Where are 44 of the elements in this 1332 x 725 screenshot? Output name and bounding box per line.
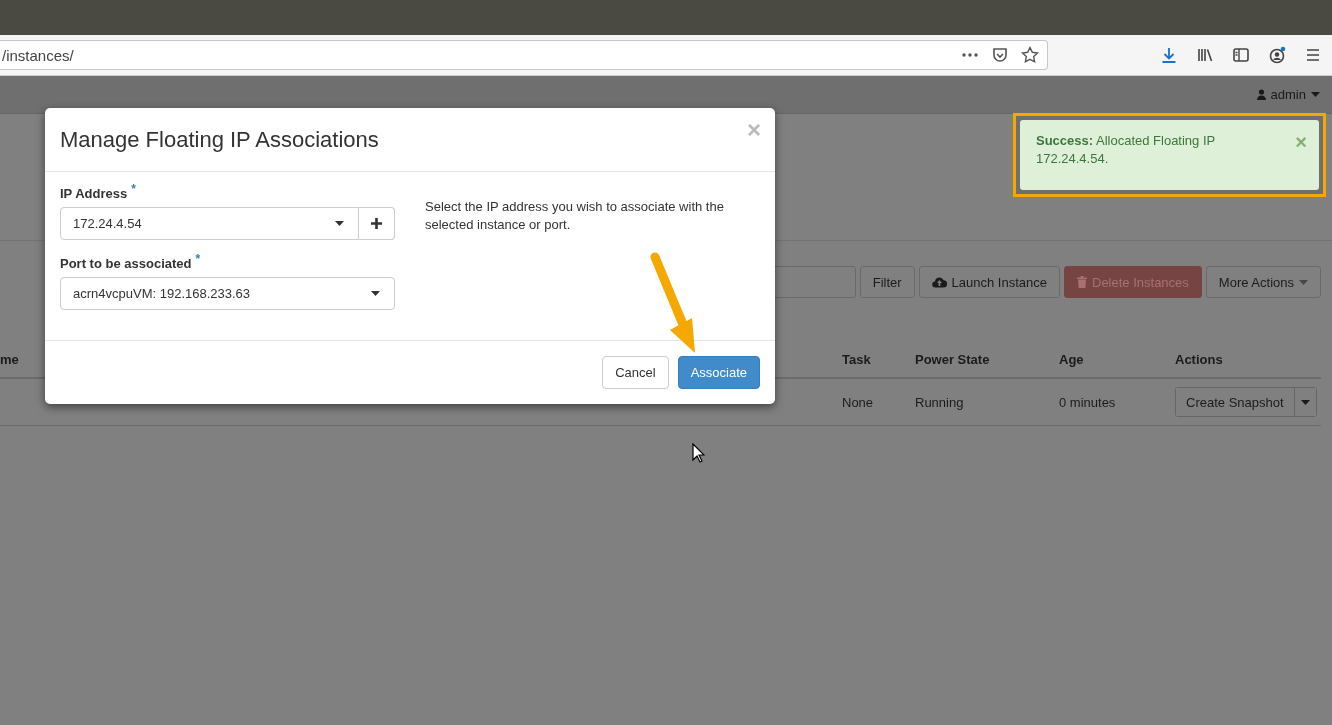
field-label: Port to be associated [60,256,192,271]
more-actions-button[interactable]: More Actions [1205,266,1321,298]
help-text: Select the IP address you wish to associate with the selected instance or port. [425,198,725,234]
caret-icon [371,291,380,296]
caret-icon [1311,92,1320,97]
column-header: Age [1059,351,1084,367]
caret-icon [1299,279,1308,285]
pocket-icon[interactable] [991,46,1009,64]
launch-button[interactable]: Launch Instance [918,266,1060,298]
modal-title: Manage Floating IP Associations [60,126,379,153]
filter-button[interactable]: Filter [859,266,915,298]
select-field[interactable]: 172.24.4.54 [60,207,359,240]
sidebar-icon[interactable] [1232,46,1250,64]
user-name: admin [1270,87,1306,102]
column-header: Power State [915,351,990,367]
associate-button[interactable]: Associate [677,356,760,389]
table-cell: None [842,394,874,410]
select-field[interactable]: acrn4vcpuVM: 192.168.233.63 [60,277,395,310]
row-actions-dropdown[interactable] [1293,388,1316,416]
toast-message: Success: Allocated Floating IP 172.24.4.54. [1036,132,1216,168]
cloud-upload-icon [931,276,947,288]
column-header: Task [842,351,871,367]
download-icon[interactable] [1160,46,1178,64]
url-field[interactable]: /instances/ [0,40,1048,70]
user-menu[interactable]: admin [1256,87,1320,102]
field-label: IP Address [60,186,128,201]
table-cell: Running [915,394,964,410]
required-mark: * [195,252,201,267]
star-icon[interactable] [1021,46,1039,64]
add-button[interactable] [359,207,395,240]
account-icon[interactable] [1268,46,1286,64]
cursor-icon [692,443,705,463]
plus-icon [371,218,382,229]
menu-icon[interactable] [1304,46,1322,64]
library-icon[interactable] [1196,46,1214,64]
column-header: me [0,351,19,367]
required-mark: * [131,182,136,197]
caret-icon [1300,399,1310,405]
column-header: Actions [1175,351,1223,367]
table-cell: 0 minutes [1059,394,1116,410]
trash-icon [1077,276,1087,288]
cancel-button[interactable]: Cancel [602,356,669,389]
caret-icon [335,221,344,226]
user-icon [1256,89,1266,100]
